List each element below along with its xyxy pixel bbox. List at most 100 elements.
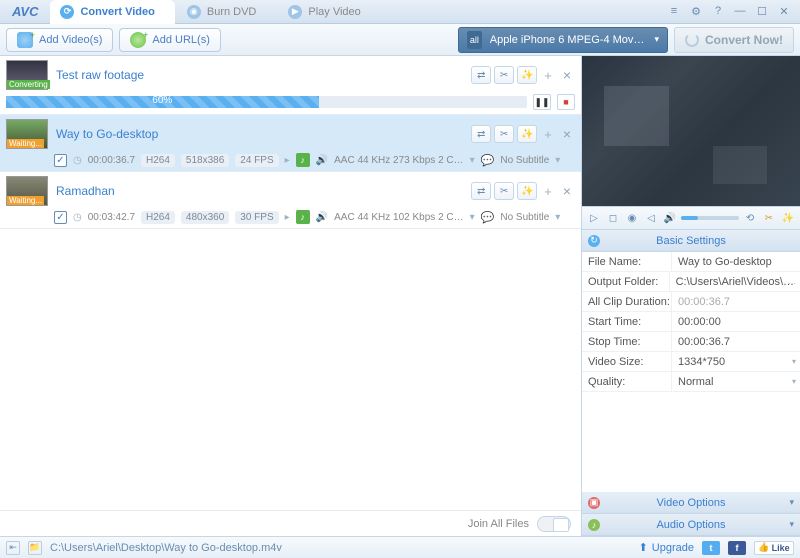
play-icon: ▶ [288,5,302,19]
chevron-down-icon[interactable]: ▾ [470,155,475,166]
video-preview[interactable] [582,56,800,206]
tab-burn-dvd[interactable]: ◉ Burn DVD [177,0,277,24]
list-item[interactable]: Converting Test raw footage ⇄ ✂ ✨ + × 60… [0,56,581,115]
prop-value[interactable]: Way to Go-desktop [672,252,800,271]
scissors-icon[interactable]: ✂ [494,66,514,84]
join-toggle[interactable]: OFF [537,516,571,532]
prop-value[interactable]: 00:00:00 [672,312,800,331]
expand-icon[interactable]: + [540,127,556,142]
prop-label: All Clip Duration: [582,292,672,311]
item-title: Way to Go-desktop [56,127,158,141]
swap-icon[interactable]: ⇄ [471,182,491,200]
tab-convert-video[interactable]: ⟳ Convert Video [50,0,174,24]
menu-icon[interactable]: ≡ [666,5,682,18]
wand-icon[interactable]: ✨ [517,125,537,143]
wand-icon[interactable]: ✨ [517,182,537,200]
section-title: Video Options [657,497,726,509]
items-list: Converting Test raw footage ⇄ ✂ ✨ + × 60… [0,56,581,510]
scissors-icon[interactable]: ✂ [494,125,514,143]
prop-value[interactable]: C:\Users\Ariel\Videos\…… [670,272,800,291]
list-item[interactable]: Waiting... Way to Go-desktop ⇄ ✂ ✨ + × ✓… [0,115,581,172]
item-title: Test raw footage [56,68,144,82]
chevron-down-icon[interactable]: ▾ [470,212,475,223]
speaker-icon: 🔊 [316,155,328,166]
rotate-icon[interactable]: ⟲ [742,210,758,226]
remove-item-icon[interactable]: × [559,183,575,199]
chevron-down-icon[interactable]: ▾ [555,212,560,223]
collapse-left-icon[interactable]: ⇤ [6,541,20,555]
expand-icon[interactable]: + [540,184,556,199]
cut-icon[interactable]: ✂ [761,210,777,226]
volume-icon[interactable]: 🔊 [662,210,678,226]
main-area: Converting Test raw footage ⇄ ✂ ✨ + × 60… [0,56,800,536]
add-url-icon [130,32,146,48]
audio-options-header[interactable]: ♪ Audio Options ▾ [582,514,800,536]
list-item[interactable]: Waiting... Ramadhan ⇄ ✂ ✨ + × ✓ ◷ 00:03:… [0,172,581,229]
tab-label: Play Video [308,6,360,18]
subtitle-info: No Subtitle [500,155,549,166]
convert-now-button[interactable]: Convert Now! [674,27,794,53]
item-checkbox[interactable]: ✓ [54,211,67,224]
prop-value[interactable]: Normal▾ [672,372,800,391]
main-toolbar: Add Video(s) Add URL(s) all Apple iPhone… [0,24,800,56]
video-options-header[interactable]: ▣ Video Options ▾ [582,492,800,514]
output-profile-selector[interactable]: all Apple iPhone 6 MPEG-4 Movie (*.mp4) … [458,27,668,53]
wand-icon[interactable]: ✨ [517,66,537,84]
convert-icon [685,33,699,47]
basic-settings-header[interactable]: ↻ Basic Settings [582,230,800,252]
player-controls: ▷ ◻ ◉ ◁ 🔊 ⟲ ✂ ✨ [582,206,800,230]
close-icon[interactable]: ✕ [776,5,792,18]
facebook-icon[interactable]: f [728,541,746,555]
app-logo: AVC [0,4,50,19]
video-icon: ▣ [588,497,600,509]
chevron-down-icon[interactable]: ▾ [792,377,796,386]
prop-quality: Quality: Normal▾ [582,372,800,392]
chevron-right-icon[interactable]: ▸ [285,155,290,166]
audio-icon: ♪ [296,210,310,224]
facebook-like-button[interactable]: 👍Like [754,541,794,555]
basic-settings-grid: File Name: Way to Go-desktop Output Fold… [582,252,800,392]
browse-icon[interactable]: … [788,277,796,286]
prop-value[interactable]: 1334*750▾ [672,352,800,371]
pause-button[interactable]: ❚❚ [533,94,551,110]
remove-item-icon[interactable]: × [559,67,575,83]
add-urls-button[interactable]: Add URL(s) [119,28,220,52]
upgrade-link[interactable]: ⬆ Upgrade [639,541,694,554]
expand-icon[interactable]: + [540,68,556,83]
prop-label: Output Folder: [582,272,670,291]
chevron-down-icon[interactable]: ▾ [792,357,796,366]
stop-icon[interactable]: ◻ [605,210,621,226]
volume-slider[interactable] [681,216,739,220]
swap-icon[interactable]: ⇄ [471,66,491,84]
chevron-down-icon: ▾ [789,497,794,508]
snapshot-icon[interactable]: ◉ [624,210,640,226]
status-bar: ⇤ 📁 C:\Users\Ariel\Desktop\Way to Go-des… [0,536,800,558]
item-checkbox[interactable]: ✓ [54,154,67,167]
open-folder-icon[interactable]: 📁 [28,541,42,555]
prop-value[interactable]: 00:00:36.7 [672,332,800,351]
prop-label: File Name: [582,252,672,271]
section-title: Basic Settings [656,235,726,247]
stop-button[interactable]: ■ [557,94,575,110]
clock-icon: ◷ [73,155,82,166]
scissors-icon[interactable]: ✂ [494,182,514,200]
status-badge: Waiting... [7,196,44,205]
remove-item-icon[interactable]: × [559,126,575,142]
maximize-icon[interactable]: ☐ [754,5,770,18]
audio-icon: ♪ [588,519,600,531]
prev-icon[interactable]: ◁ [643,210,659,226]
item-thumbnail: Converting [6,60,48,90]
chevron-down-icon[interactable]: ▾ [555,155,560,166]
minimize-icon[interactable]: — [732,5,748,18]
add-video-icon [17,32,33,48]
help-icon[interactable]: ? [710,5,726,18]
title-bar: AVC ⟳ Convert Video ◉ Burn DVD ▶ Play Vi… [0,0,800,24]
chevron-right-icon[interactable]: ▸ [285,212,290,223]
tab-play-video[interactable]: ▶ Play Video [278,0,380,24]
effects-icon[interactable]: ✨ [780,210,796,226]
gear-icon[interactable]: ⚙ [688,5,704,18]
swap-icon[interactable]: ⇄ [471,125,491,143]
twitter-icon[interactable]: t [702,541,720,555]
play-icon[interactable]: ▷ [586,210,602,226]
add-videos-button[interactable]: Add Video(s) [6,28,113,52]
